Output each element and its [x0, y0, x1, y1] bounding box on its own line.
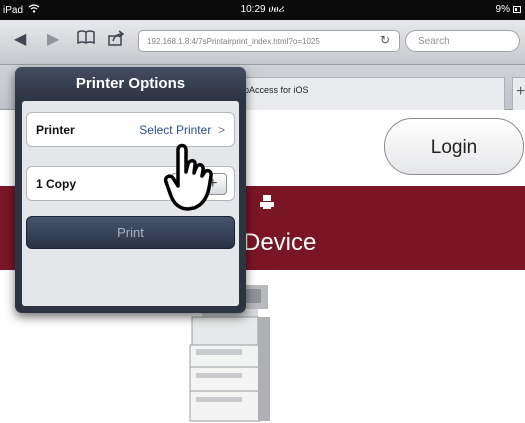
browser-tab[interactable]: pAccess for iOS	[235, 77, 505, 110]
new-tab-icon[interactable]: +	[512, 77, 525, 110]
battery-icon	[513, 6, 521, 13]
login-button[interactable]: Login	[384, 118, 524, 175]
battery-percent: 9%	[495, 4, 510, 15]
screen: iPad 10:29 ሀፀሪ 9% ◀ ▶ 192.168.1.8:4/7sPr…	[0, 0, 525, 423]
url-field[interactable]: 192.168.1.8:4/7sPrintairprint_index.html…	[138, 30, 400, 52]
forward-icon[interactable]: ▶	[47, 30, 59, 50]
banner-title: Device	[243, 229, 317, 256]
bookmarks-icon[interactable]	[77, 30, 95, 50]
status-bar: iPad 10:29 ሀፀሪ 9%	[0, 0, 525, 20]
status-time: 10:29 ሀፀሪ	[240, 4, 285, 15]
browser-toolbar: ◀ ▶ 192.168.1.8:4/7sPrintairprint_index.…	[0, 20, 525, 65]
share-icon[interactable]	[108, 30, 125, 52]
print-button[interactable]: Print	[26, 216, 235, 249]
copies-label: 1 Copy	[36, 177, 77, 191]
select-printer-link[interactable]: Select Printer >	[139, 123, 225, 137]
back-icon[interactable]: ◀	[14, 30, 26, 50]
hand-pointer-icon	[162, 142, 218, 217]
reload-icon[interactable]: ↻	[380, 33, 390, 47]
printer-icon	[260, 195, 274, 214]
chevron-right-icon: >	[217, 123, 225, 137]
popover-title: Printer Options	[15, 67, 246, 101]
search-field[interactable]: Search	[405, 30, 520, 52]
printer-label: Printer	[36, 123, 75, 137]
